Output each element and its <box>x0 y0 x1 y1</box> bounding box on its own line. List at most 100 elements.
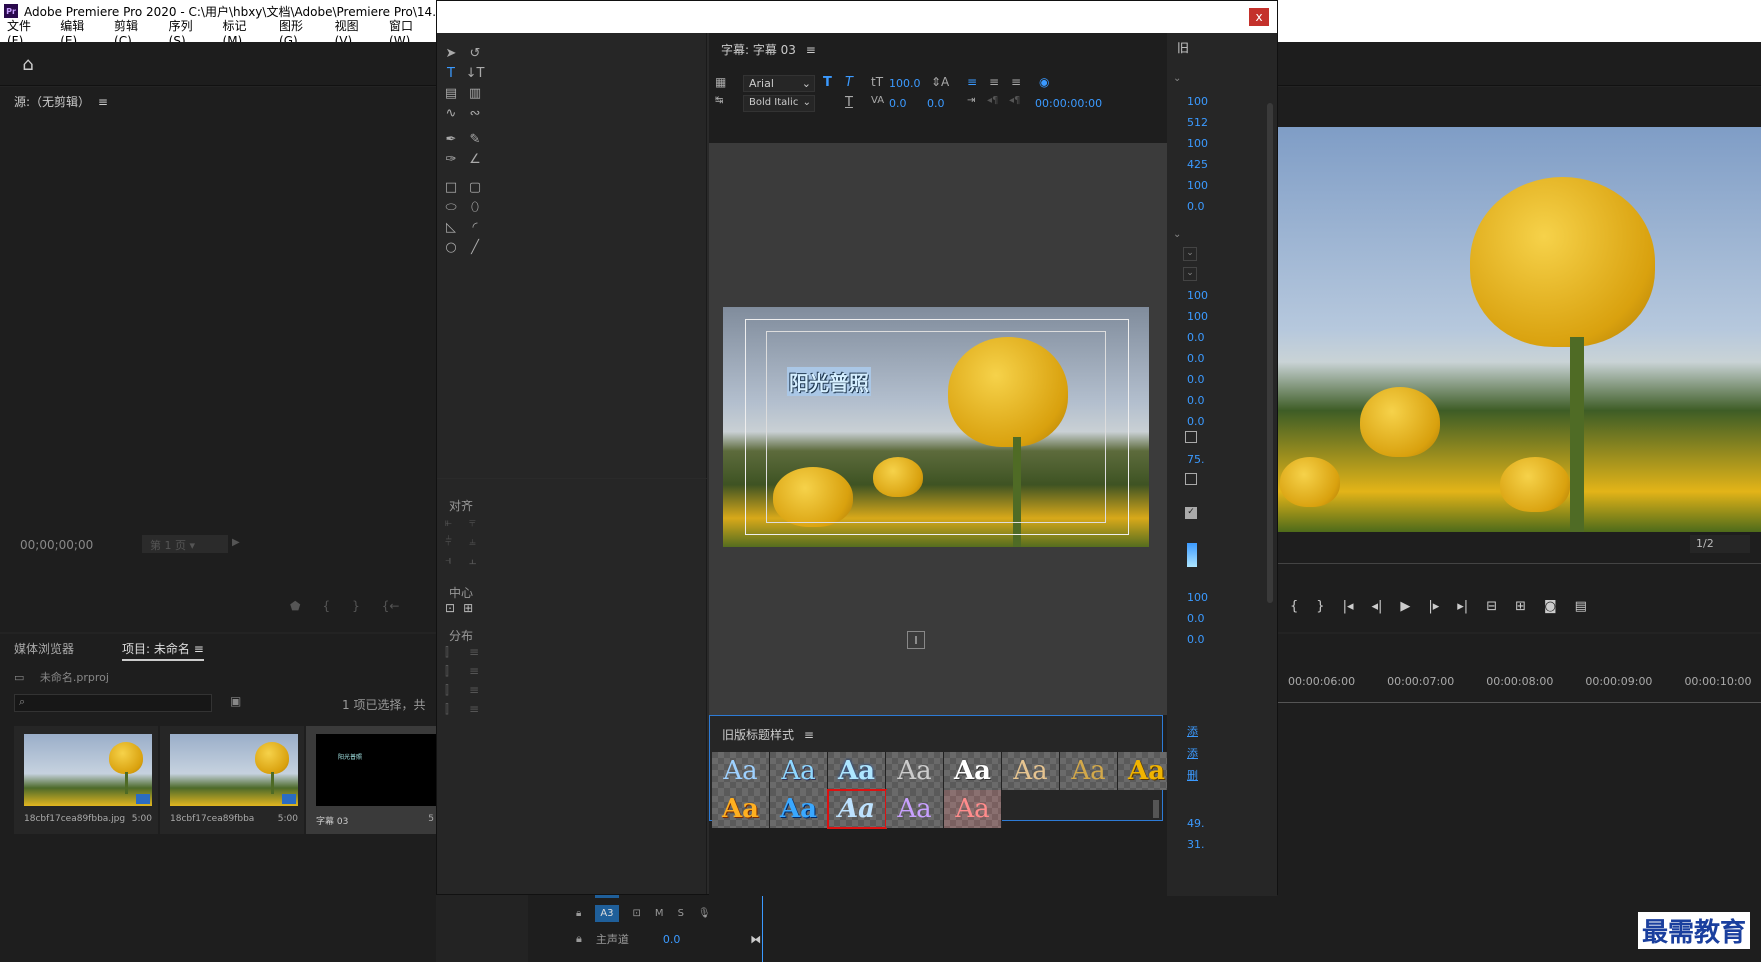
property-value[interactable]: 100 <box>1187 179 1208 192</box>
center-vertical-icon[interactable]: ⊞ <box>463 601 473 615</box>
distribute-right-icon[interactable]: ⫿ <box>445 683 469 698</box>
add-anchor-tool-icon[interactable]: ✑ <box>443 151 459 167</box>
playhead-line[interactable] <box>762 885 763 962</box>
monitor-scrub-bar[interactable] <box>1270 563 1761 564</box>
style-swatch[interactable]: Aa <box>770 790 828 828</box>
path-type-tool-icon[interactable]: ∿ <box>443 105 459 121</box>
lock-icon[interactable]: 🔒︎ <box>576 908 581 919</box>
playhead-end-icon[interactable]: ⧓ <box>750 933 761 946</box>
tab-media-browser[interactable]: 媒体浏览器 <box>14 640 74 657</box>
dropdown-icon[interactable]: ⌄ <box>1183 247 1197 261</box>
delete-link[interactable]: 删 <box>1187 767 1198 783</box>
title-canvas[interactable]: 阳光普照 <box>723 307 1149 547</box>
center-horizontal-icon[interactable]: ⊡ <box>445 601 455 615</box>
marker-icon[interactable]: ⬟ <box>290 599 300 613</box>
rotation-tool-icon[interactable]: ↺ <box>467 45 483 61</box>
mark-in-icon[interactable]: { <box>1290 599 1298 614</box>
leading-value[interactable]: 0.0 <box>927 97 945 110</box>
project-item[interactable]: 18cbf17cea89fbba 5:00 <box>160 726 304 834</box>
lift-icon[interactable]: ⊟ <box>1486 599 1497 614</box>
solo-button[interactable]: S <box>678 908 684 919</box>
vertical-type-tool-icon[interactable]: ↓T <box>466 65 485 81</box>
property-value[interactable]: 49. <box>1187 817 1205 830</box>
tab-project[interactable]: 项目: 未命名 ≡ <box>122 640 204 661</box>
distribute-top-icon[interactable]: ≡ <box>469 645 493 660</box>
tab-stops-icon[interactable]: ↹ <box>715 95 723 106</box>
property-value[interactable]: 512 <box>1187 116 1208 129</box>
play-small-icon[interactable]: ▶ <box>232 537 240 548</box>
font-style-select[interactable]: Bold Italic ⌄ <box>743 95 815 112</box>
distribute-vspace-icon[interactable]: ≡ <box>469 702 493 717</box>
lock-icon[interactable]: 🔒︎ <box>576 932 582 946</box>
microphone-icon[interactable]: 🎙︎ <box>698 908 711 919</box>
title-type-icon[interactable]: ◂¶ <box>987 95 998 106</box>
property-value[interactable]: 0.0 <box>1187 394 1208 407</box>
align-text-center-icon[interactable]: ≡ <box>989 75 999 89</box>
color-swatch[interactable] <box>1187 543 1197 567</box>
mute-button[interactable]: M <box>655 908 664 919</box>
vertical-area-type-tool-icon[interactable]: ▥ <box>467 85 483 101</box>
page-select[interactable]: 1/2 <box>1690 535 1750 553</box>
show-background-video-icon[interactable]: ◉ <box>1039 75 1049 89</box>
property-value[interactable]: 0.0 <box>1187 352 1208 365</box>
collapse-chevron-icon[interactable]: ⌄ <box>1173 73 1181 84</box>
type-tool-icon[interactable]: T <box>443 65 459 81</box>
timeline-ruler[interactable]: 00:00:06:00 00:00:07:00 00:00:08:00 00:0… <box>1288 675 1761 688</box>
delete-anchor-tool-icon[interactable]: ✎ <box>467 131 483 147</box>
distribute-bottom-icon[interactable]: ≡ <box>469 683 493 698</box>
checkbox[interactable] <box>1185 473 1197 485</box>
style-swatch[interactable]: Aa <box>944 790 1002 828</box>
style-swatch[interactable]: Aa <box>770 752 828 790</box>
add-link[interactable]: 添 <box>1187 745 1198 761</box>
style-swatch-selected[interactable]: Aa <box>827 789 887 829</box>
background-video-icon[interactable]: ▦ <box>715 75 726 89</box>
align-text-right-icon[interactable]: ≡ <box>1011 75 1021 89</box>
selection-tool-icon[interactable]: ➤ <box>443 45 459 61</box>
align-top-icon[interactable]: ⫧ <box>469 515 493 530</box>
panel-menu-icon[interactable]: ≡ <box>98 95 108 109</box>
property-value[interactable]: 100 <box>1187 137 1208 150</box>
convert-anchor-tool-icon[interactable]: ∠ <box>467 151 483 167</box>
checkbox[interactable] <box>1185 431 1197 443</box>
vertical-path-type-tool-icon[interactable]: ∾ <box>467 105 483 121</box>
align-left-icon[interactable]: ⫦ <box>445 515 469 530</box>
background-timecode[interactable]: 00:00:00:00 <box>1035 97 1102 110</box>
property-value[interactable]: 0.0 <box>1187 331 1208 344</box>
collapse-chevron-icon[interactable]: ⌄ <box>1173 229 1181 240</box>
new-bin-icon[interactable]: ▣ <box>230 694 241 708</box>
play-icon[interactable]: ▶ <box>1400 599 1410 614</box>
bold-icon[interactable]: T <box>823 75 832 90</box>
styles-scrollbar[interactable] <box>1153 800 1159 818</box>
style-swatch[interactable]: Aa <box>944 752 1002 790</box>
style-swatch[interactable]: Aa <box>886 752 944 790</box>
style-swatch[interactable]: Aa <box>712 790 770 828</box>
pen-tool-icon[interactable]: ✒ <box>443 131 459 147</box>
property-value[interactable]: 100 <box>1187 95 1208 108</box>
roll-crawl-icon[interactable]: ◂¶ <box>1009 95 1020 106</box>
wedge-tool-icon[interactable]: ◺ <box>443 219 459 235</box>
property-value[interactable]: 425 <box>1187 158 1208 171</box>
property-value[interactable]: 0.0 <box>1187 415 1208 428</box>
align-text-left-icon[interactable]: ≡ <box>967 75 977 89</box>
compare-icon[interactable]: ▤ <box>1575 599 1587 614</box>
mark-out-icon[interactable]: } <box>1316 599 1324 614</box>
property-value[interactable]: 0.0 <box>1187 633 1208 646</box>
panel-menu-icon[interactable]: ≡ <box>806 43 816 57</box>
panel-menu-icon[interactable]: ≡ <box>804 728 814 742</box>
home-icon[interactable]: ⌂ <box>18 54 38 75</box>
go-to-in-icon[interactable]: |◂ <box>1343 599 1354 614</box>
style-swatch[interactable]: Aa <box>828 752 886 790</box>
font-size-value[interactable]: 100.0 <box>889 77 921 90</box>
rectangle-tool-icon[interactable]: □ <box>443 179 459 195</box>
underline-icon[interactable]: T <box>845 95 853 110</box>
distribute-hspace-icon[interactable]: ⫿ <box>445 702 469 717</box>
property-value[interactable]: 100 <box>1187 289 1208 302</box>
distribute-vcenter-icon[interactable]: ≡ <box>469 664 493 679</box>
rounded-corner-tool-icon[interactable]: ⬯ <box>467 199 483 215</box>
tab-stops-icon[interactable]: ⇥ <box>967 95 975 106</box>
checkbox-checked[interactable]: ✓ <box>1185 507 1197 519</box>
ellipse-tool-icon[interactable]: ○ <box>443 239 459 255</box>
title-text-object[interactable]: 阳光普照 <box>787 367 871 396</box>
property-value[interactable]: 75. <box>1187 453 1205 466</box>
panel-menu-icon[interactable]: ≡ <box>194 642 204 656</box>
